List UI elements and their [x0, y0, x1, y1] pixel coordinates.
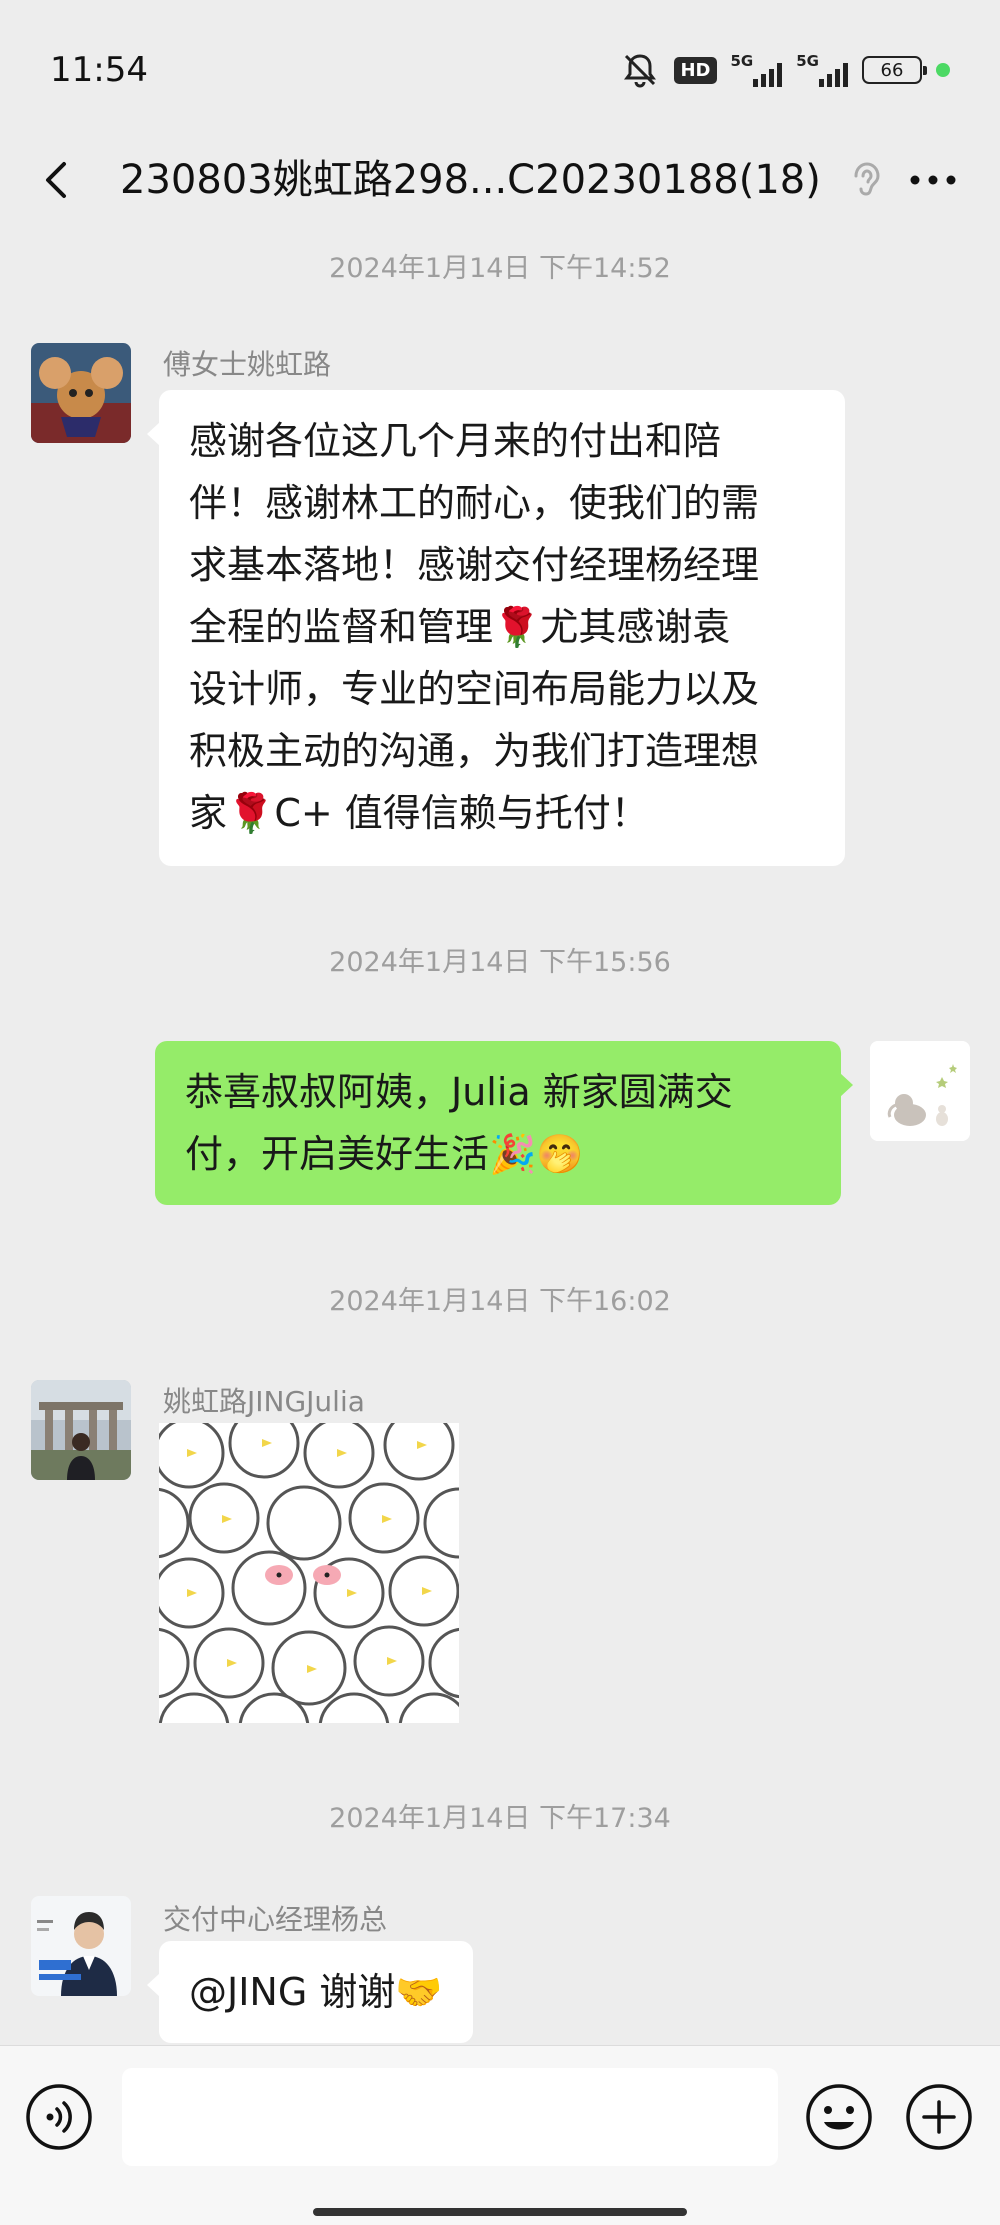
battery-icon: 66: [862, 56, 927, 84]
sticker-image[interactable]: [159, 1423, 459, 1723]
chat-screen: 11:54 HD 5G 5G 66 230803姚虹路298...C202301…: [0, 0, 1000, 2225]
home-indicator[interactable]: [313, 2208, 687, 2216]
back-icon[interactable]: [30, 152, 86, 208]
message-line: 家🌹C+ 值得信赖与托付！: [189, 791, 649, 835]
message-bubble-self[interactable]: 恭喜叔叔阿姨，Julia 新家圆满交 付，开启美好生活🎉🤭: [155, 1041, 853, 1205]
network-label: 5G: [796, 51, 819, 70]
avatar[interactable]: [31, 1380, 131, 1480]
avatar[interactable]: [31, 1896, 131, 1996]
emoji-icon[interactable]: [804, 2082, 874, 2152]
sender-name: 交付中心经理杨总: [163, 1903, 388, 1936]
message-bubble[interactable]: 感谢各位这几个月来的付出和陪 伴！感谢林工的耐心，使我们的需 求基本落地！感谢交…: [147, 390, 845, 866]
message-timestamp: 2024年1月14日 下午15:56: [329, 947, 671, 978]
chat-messages[interactable]: 2024年1月14日 下午14:52 傅女士姚虹路 感谢各位这几个月来的付出和陪…: [0, 230, 1000, 2045]
status-time: 11:54: [50, 50, 148, 90]
privacy-dot-icon: [936, 63, 950, 77]
sender-name: 傅女士姚虹路: [163, 348, 332, 381]
status-icons: HD 5G 5G 66: [620, 50, 950, 90]
ear-icon[interactable]: [838, 152, 894, 208]
signal-bars-icon: [753, 61, 783, 87]
message-line: 感谢各位这几个月来的付出和陪: [189, 419, 722, 463]
message-text: @JING 谢谢🤝: [189, 1970, 443, 2014]
message-timestamp: 2024年1月14日 下午14:52: [329, 253, 671, 284]
message-bubble[interactable]: @JING 谢谢🤝: [147, 1941, 473, 2043]
avatar[interactable]: [31, 343, 131, 443]
mute-bell-icon: [624, 54, 657, 88]
chat-title: 230803姚虹路298...C20230188(18): [120, 157, 821, 203]
message-line: 积极主动的沟通，为我们打造理想: [189, 729, 760, 773]
message-line: 设计师，专业的空间布局能力以及: [189, 667, 760, 711]
message-timestamp: 2024年1月14日 下午17:34: [329, 1803, 671, 1834]
more-icon[interactable]: [898, 152, 968, 208]
self-avatar[interactable]: [870, 1041, 970, 1141]
hd-badge: HD: [674, 56, 717, 84]
signal-2: 5G: [796, 51, 848, 87]
sender-name: 姚虹路JINGJulia: [163, 1385, 365, 1418]
network-label: 5G: [730, 51, 754, 70]
message-line: 伴！感谢林工的耐心，使我们的需: [189, 481, 760, 525]
signal-bars-icon: [819, 61, 848, 87]
input-bar: [0, 2045, 1000, 2225]
voice-icon[interactable]: [24, 2082, 94, 2152]
signal-1: 5G: [730, 51, 783, 87]
message-timestamp: 2024年1月14日 下午16:02: [329, 1286, 671, 1317]
plus-icon[interactable]: [904, 2082, 974, 2152]
message-line: 付，开启美好生活🎉🤭: [185, 1132, 584, 1176]
battery-level: 66: [880, 59, 904, 81]
message-line: 全程的监督和管理🌹尤其感谢袁: [189, 605, 731, 649]
status-bar: 11:54 HD 5G 5G 66: [0, 0, 1000, 130]
nav-bar: 230803姚虹路298...C20230188(18): [0, 130, 1000, 230]
message-line: 恭喜叔叔阿姨，Julia 新家圆满交: [185, 1070, 733, 1114]
message-input[interactable]: [122, 2068, 778, 2166]
message-line: 求基本落地！感谢交付经理杨经理: [189, 543, 760, 587]
